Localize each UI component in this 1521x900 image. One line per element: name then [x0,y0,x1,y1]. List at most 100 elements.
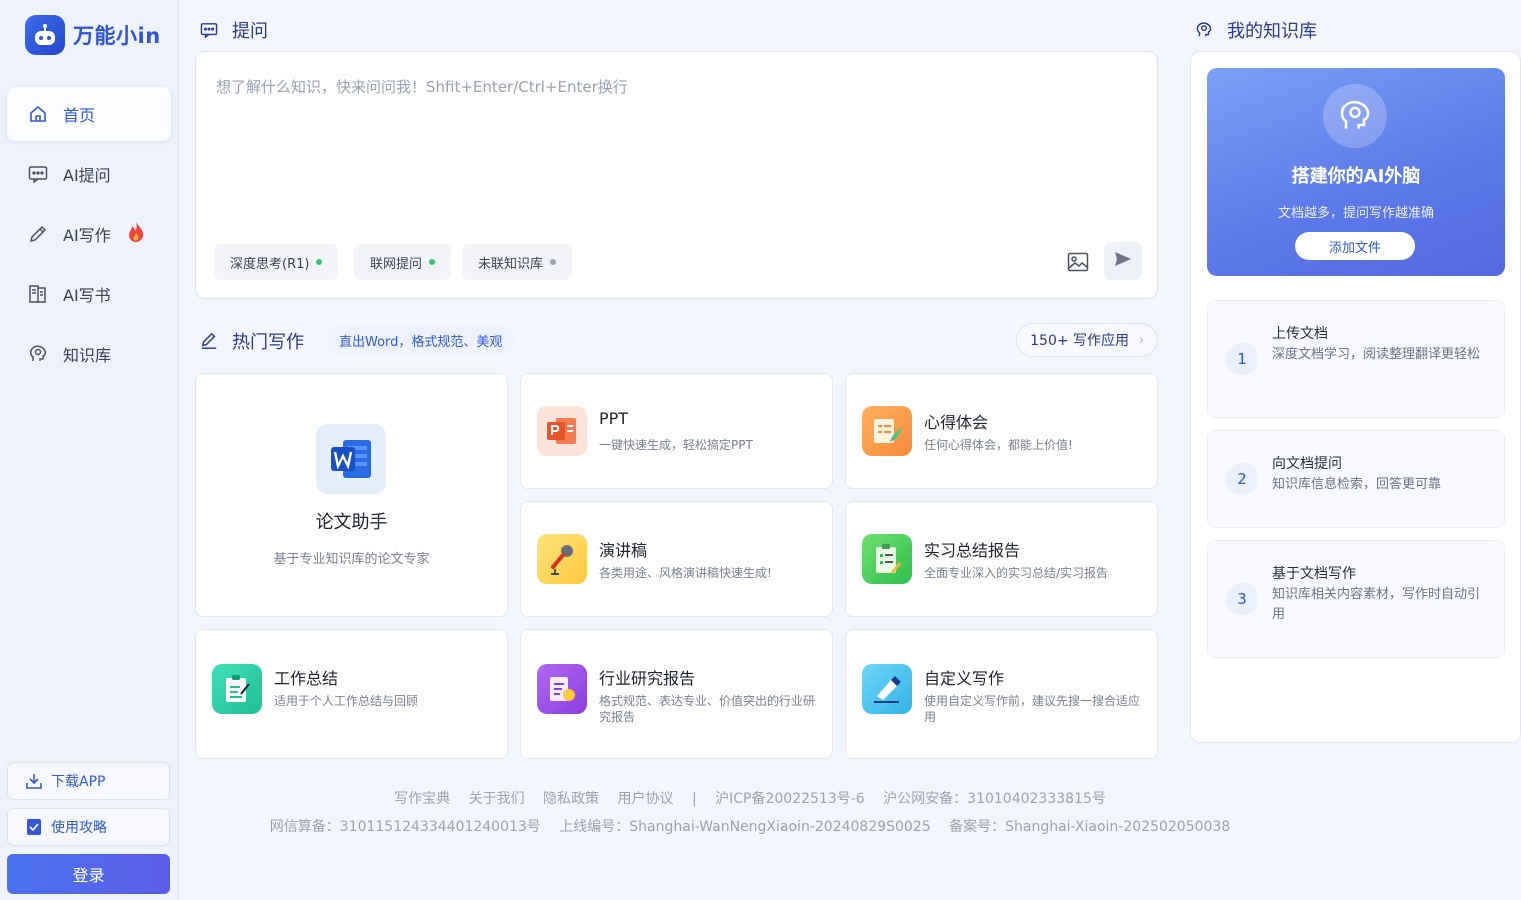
sidebar-item-knowledge[interactable]: 知识库 [7,327,171,381]
kb-section-title: 我的知识库 [1195,17,1317,43]
more-label: 150+ 写作应用 [1030,333,1130,349]
login-button[interactable]: 登录 [7,854,170,894]
card-desc: 基于专业知识库的论文专家 [273,552,430,567]
card-title: 行业研究报告 [599,669,696,688]
internship-report-card[interactable]: 实习总结报告 全面专业深入的实习总结/实习报告 [845,501,1158,617]
brain-icon [27,343,49,365]
card-title: 自定义写作 [924,669,1005,688]
ask-input[interactable]: 想了解什么知识，快来问问我！Shfit+Enter/Ctrl+Enter换行 [216,76,628,97]
pen-icon [27,223,49,245]
knowledge-base-panel: 搭建你的AI外脑 文档越多，提问写作越准确 添加文件 1 上传文档 深度文档学习… [1190,51,1521,743]
custom-pen-icon [862,664,912,714]
card-desc: 全面专业深入的实习总结/实习报告 [924,566,1109,580]
footer-link[interactable]: 用户协议 [618,791,674,807]
knowledge-base-toggle[interactable]: 未联知识库 [462,244,573,280]
ppt-card[interactable]: PPT 一键快速生成，轻松搞定PPT [520,373,833,489]
ask-input-box[interactable]: 想了解什么知识，快来问问我！Shfit+Enter/Ctrl+Enter换行 深… [195,51,1158,299]
sidebar-item-ai-book[interactable]: AI写书 [7,267,171,321]
notes-icon [862,406,912,456]
sidebar-item-label: AI提问 [63,166,111,185]
status-dot [316,259,323,265]
footer-police[interactable]: 沪公网安备：31010402333815号 [883,791,1106,807]
deep-think-toggle[interactable]: 深度思考(R1) [214,244,339,280]
footer-link[interactable]: 隐私政策 [543,791,599,807]
add-file-button[interactable]: 添加文件 [1295,232,1415,260]
card-title: 工作总结 [274,669,339,688]
chip-label: 未联知识库 [478,256,544,272]
word-icon [316,424,386,494]
step-desc: 知识库相关内容素材，写作时自动引用 [1272,587,1481,622]
usage-guide-button[interactable]: 使用攻略 [7,808,170,846]
hot-title: 热门写作 [232,332,304,353]
kb-step: 1 上传文档 深度文档学习，阅读整理翻译更轻松 [1207,300,1505,418]
footer-text: 备案号：Shanghai-Xiaoin-202502050038 [949,819,1231,835]
kb-title: 我的知识库 [1227,21,1317,42]
step-title: 上传文档 [1272,326,1328,342]
book-icon [27,283,49,305]
image-upload-icon[interactable] [1066,250,1090,274]
guide-icon [25,818,43,836]
kb-step: 2 向文档提问 知识库信息检索，回答更可靠 [1207,430,1505,528]
card-desc: 格式规范、表达专业、价值突出的行业研究报告 [599,694,816,724]
sidebar-nav: 首页 AI提问 AI写作 AI写书 知识库 [7,87,171,387]
step-desc: 深度文档学习，阅读整理翻译更轻松 [1272,347,1481,362]
sidebar-item-label: 知识库 [63,346,112,365]
footer-text: 上线编号：Shanghai-WanNengXiaoin-20240829S002… [559,819,931,835]
card-title: 演讲稿 [599,541,648,560]
ask-title: 提问 [232,21,268,42]
sidebar-item-label: AI写书 [63,286,111,305]
brain-icon [1323,84,1387,148]
kb-banner-subtitle: 文档越多，提问写作越准确 [1277,206,1434,221]
sidebar-item-ai-write[interactable]: AI写作 [7,207,171,261]
home-icon [27,103,49,125]
chip-label: 深度思考(R1) [230,256,310,272]
card-desc: 一键快速生成，轻松搞定PPT [599,438,753,452]
industry-report-card[interactable]: 行业研究报告 格式规范、表达专业、价值突出的行业研究报告 [520,629,833,759]
thesis-assistant-card[interactable]: 论文助手 基于专业知识库的论文专家 [195,373,508,617]
sidebar-item-home[interactable]: 首页 [7,87,171,141]
download-app-button[interactable]: 下载APP [7,762,170,800]
sidebar-item-label: AI写作 [63,226,111,245]
reflection-card[interactable]: 心得体会 任何心得体会，都能上价值! [845,373,1158,489]
report-icon [537,664,587,714]
summary-icon [212,664,262,714]
brand-logo[interactable]: 万能小in [25,15,161,55]
chat-icon [27,163,49,185]
card-desc: 使用自定义写作前，建议先搜一搜合适应用 [924,694,1141,724]
usage-guide-label: 使用攻略 [51,820,107,836]
footer-icp[interactable]: 沪ICP备20022513号-6 [715,791,865,807]
status-dot [429,259,436,265]
send-icon [1114,251,1132,271]
kb-banner: 搭建你的AI外脑 文档越多，提问写作越准确 添加文件 [1207,68,1505,276]
card-desc: 适用于个人工作总结与回顾 [274,694,419,708]
card-title: 论文助手 [315,512,388,533]
status-dot [550,259,557,265]
chat-icon [200,22,218,38]
hot-writing-title: 热门写作 [200,328,304,354]
send-button[interactable] [1104,242,1142,280]
work-summary-card[interactable]: 工作总结 适用于个人工作总结与回顾 [195,629,508,759]
footer-link[interactable]: 关于我们 [469,791,525,807]
sidebar-item-ai-ask[interactable]: AI提问 [7,147,171,201]
microphone-icon [537,534,587,584]
clipboard-icon [862,534,912,584]
chip-label: 联网提问 [370,256,423,272]
card-title: 实习总结报告 [924,541,1021,560]
more-writing-apps-button[interactable]: 150+ 写作应用 › [1016,323,1158,357]
step-desc: 知识库信息检索，回答更可靠 [1272,477,1442,492]
card-title: PPT [599,409,629,428]
hot-subtitle: 直出Word，格式规范、美观 [327,325,515,355]
card-title: 心得体会 [924,413,989,432]
step-title: 向文档提问 [1272,456,1342,472]
footer-separator: | [691,791,697,807]
footer-link[interactable]: 写作宝典 [394,791,450,807]
sidebar-item-label: 首页 [63,106,96,125]
ppt-icon [537,406,587,456]
footer-text: 网信算备：310115124334401240013号 [269,819,541,835]
pen-icon [200,332,218,350]
web-search-toggle[interactable]: 联网提问 [354,244,452,280]
card-desc: 任何心得体会，都能上价值! [924,438,1073,452]
step-number: 2 [1226,463,1258,495]
custom-writing-card[interactable]: 自定义写作 使用自定义写作前，建议先搜一搜合适应用 [845,629,1158,759]
speech-card[interactable]: 演讲稿 各类用途、风格演讲稿快速生成! [520,501,833,617]
